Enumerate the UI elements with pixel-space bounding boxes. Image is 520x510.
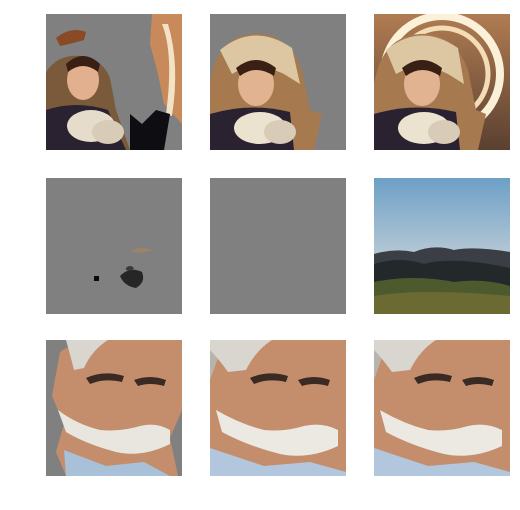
tile-r1-c2	[210, 14, 346, 150]
landscape-masked-mostly-gray-image	[46, 178, 182, 314]
tile-r1-c1	[46, 14, 182, 150]
old-man-original-image	[374, 340, 510, 476]
tile-r3-c3	[374, 340, 510, 476]
woman-masked-subject-image	[210, 14, 346, 150]
old-man-mostly-original-image	[210, 340, 346, 476]
landscape-original-image	[374, 178, 510, 314]
tile-r3-c1	[46, 340, 182, 476]
woman-masked-partial-image	[46, 14, 182, 150]
tile-r2-c3	[374, 178, 510, 314]
tile-r2-c2	[210, 178, 346, 314]
image-grid	[0, 0, 520, 510]
woman-original-image	[374, 14, 510, 150]
old-man-masked-partial-image	[46, 340, 182, 476]
landscape-fully-masked-image	[210, 178, 346, 314]
tile-r2-c1	[46, 178, 182, 314]
tile-r1-c3	[374, 14, 510, 150]
tile-r3-c2	[210, 340, 346, 476]
